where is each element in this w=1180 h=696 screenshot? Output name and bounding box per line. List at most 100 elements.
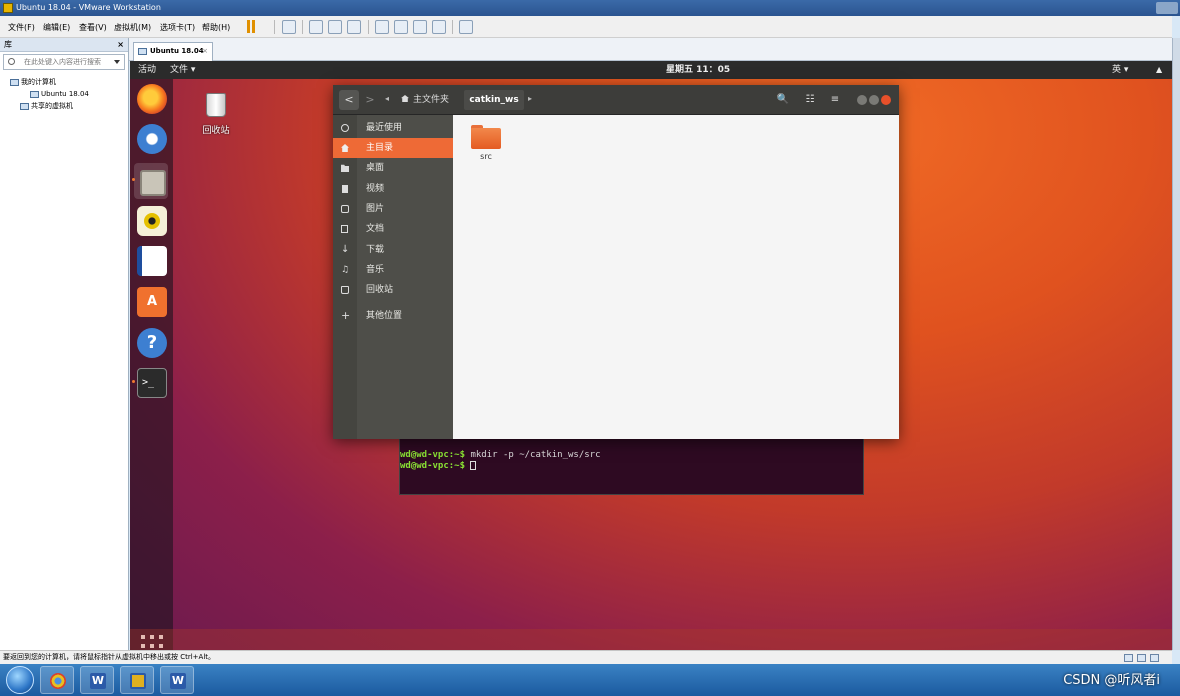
writer-icon[interactable] xyxy=(137,246,167,276)
minimize-icon[interactable] xyxy=(857,95,867,105)
download-icon: ↓ xyxy=(341,244,350,255)
terminal-prompt: wd@wd-vpc:~$ xyxy=(400,450,466,460)
folder-icon[interactable] xyxy=(471,125,501,149)
sidebar-item-home[interactable]: 主目录 xyxy=(333,138,453,158)
sidebar-item-downloads[interactable]: ↓ 下载 xyxy=(333,240,453,260)
sidebar-item-documents[interactable]: 文档 xyxy=(333,219,453,239)
input-method-indicator[interactable]: 英 ▾ xyxy=(1112,61,1128,79)
menu-tabs[interactable]: 选项卡(T) xyxy=(160,22,195,33)
library-close-icon[interactable]: × xyxy=(117,38,124,52)
ubuntu-dock: ? >_ xyxy=(130,79,173,650)
chevron-down-icon[interactable] xyxy=(114,60,120,64)
library-header: 库 × xyxy=(0,38,128,52)
view-toggle-button[interactable]: ☷ xyxy=(800,90,820,110)
snapshot-manager-icon[interactable] xyxy=(347,20,361,34)
terminal-prompt: wd@wd-vpc:~$ xyxy=(400,461,466,471)
files-headerbar: < > ◂ 主文件夹 catkin_ws ▸ 🔍 ☷ ≡ xyxy=(333,85,899,115)
tab-ubuntu[interactable]: Ubuntu 18.04 × xyxy=(133,42,213,61)
unity-icon[interactable] xyxy=(432,20,446,34)
trash-icon xyxy=(206,93,226,117)
snapshot-icon[interactable] xyxy=(309,20,323,34)
sidebar-item-other-locations[interactable]: + 其他位置 xyxy=(333,306,453,326)
window-title: Ubuntu 18.04 - VMware Workstation xyxy=(16,3,161,12)
maximize-icon[interactable] xyxy=(869,95,879,105)
firefox-icon[interactable] xyxy=(137,84,167,114)
pause-icon[interactable] xyxy=(247,20,257,33)
search-button[interactable]: 🔍 xyxy=(773,90,793,110)
terminal-cursor xyxy=(470,461,477,470)
software-center-icon[interactable] xyxy=(137,287,167,317)
start-button[interactable] xyxy=(6,666,34,694)
console-view-icon[interactable] xyxy=(459,20,473,34)
tree-item-ubuntu[interactable]: Ubuntu 18.04 xyxy=(0,88,128,100)
desktop-bottom-strip xyxy=(130,629,1172,650)
right-edge-panel xyxy=(1172,38,1180,650)
guest-screen[interactable]: 活动 文件 ▾ 星期五 11：05 英 ▾ ▲ ? >_ 回收站 wd@wd-v… xyxy=(130,61,1172,650)
toolbar-separator xyxy=(452,20,453,34)
send-ctrl-alt-del-icon[interactable] xyxy=(282,20,296,34)
computer-icon xyxy=(10,78,19,86)
activities-button[interactable]: 活动 xyxy=(138,61,156,79)
taskbar-chrome[interactable] xyxy=(40,666,74,694)
terminal-icon[interactable]: >_ xyxy=(137,368,167,398)
sidebar-item-label: 图片 xyxy=(366,204,385,214)
sidebar-item-recent[interactable]: 最近使用 xyxy=(333,118,453,138)
window-controls[interactable] xyxy=(1156,2,1178,14)
usb-icon[interactable] xyxy=(1137,654,1146,662)
breadcrumb-home[interactable]: 主文件夹 xyxy=(397,90,453,110)
tree-item-shared-vms[interactable]: 共享的虚拟机 xyxy=(0,100,128,112)
library-toggle-icon[interactable] xyxy=(375,20,389,34)
fullscreen-icon[interactable] xyxy=(413,20,427,34)
vmware-icon xyxy=(130,673,146,689)
sidebar-item-music[interactable]: ♫ 音乐 xyxy=(333,260,453,280)
forward-button[interactable]: > xyxy=(360,90,380,110)
library-search-input[interactable]: 在此处键入内容进行搜索 xyxy=(3,54,125,70)
folder-label[interactable]: src xyxy=(471,152,501,161)
back-button[interactable]: < xyxy=(339,90,359,110)
help-icon[interactable]: ? xyxy=(137,328,167,358)
thunderbird-icon[interactable] xyxy=(137,124,167,154)
sidebar-item-desktop[interactable]: 桌面 xyxy=(333,158,453,178)
sidebar-item-videos[interactable]: 视频 xyxy=(333,179,453,199)
menu-edit[interactable]: 编辑(E) xyxy=(43,22,70,33)
sidebar-item-trash[interactable]: 回收站 xyxy=(333,280,453,300)
clock[interactable]: 星期五 11：05 xyxy=(666,61,730,79)
breadcrumb-home-label: 主文件夹 xyxy=(413,95,450,105)
menu-file[interactable]: 文件(F) xyxy=(8,22,35,33)
sidebar-item-label: 其他位置 xyxy=(366,311,403,321)
desktop-trash-icon[interactable] xyxy=(200,89,232,121)
tree-item-label: Ubuntu 18.04 xyxy=(41,90,89,98)
sidebar-item-label: 桌面 xyxy=(366,163,385,173)
app-menu[interactable]: 文件 ▾ xyxy=(170,61,195,79)
files-icon[interactable] xyxy=(134,163,168,199)
tab-close-icon[interactable]: × xyxy=(202,43,208,60)
sidebar-item-pictures[interactable]: 图片 xyxy=(333,199,453,219)
menu-help[interactable]: 帮助(H) xyxy=(202,22,230,33)
taskbar-word-2[interactable]: W xyxy=(160,666,194,694)
document-icon xyxy=(341,225,348,233)
breadcrumb-current[interactable]: catkin_ws xyxy=(464,90,524,110)
terminal-window[interactable]: wd@wd-vpc:~$ mkdir -p ~/catkin_ws/src wd… xyxy=(399,432,864,495)
sound-icon[interactable] xyxy=(1150,654,1159,662)
terminal-command: mkdir -p ~/catkin_ws/src xyxy=(465,450,601,460)
windows-taskbar: W W xyxy=(0,664,1180,696)
chrome-icon xyxy=(50,673,66,689)
search-icon xyxy=(8,58,15,65)
menu-view[interactable]: 查看(V) xyxy=(79,22,107,33)
terminal-line: wd@wd-vpc:~$ mkdir -p ~/catkin_ws/src xyxy=(400,450,863,461)
taskbar-word-1[interactable]: W xyxy=(80,666,114,694)
crumb-scroll-right-icon[interactable]: ▸ xyxy=(528,94,532,103)
menu-button[interactable]: ≡ xyxy=(825,90,845,110)
close-icon[interactable] xyxy=(881,95,891,105)
files-content-view[interactable]: src xyxy=(453,115,899,439)
network-icon[interactable] xyxy=(1124,654,1133,662)
library-title: 库 xyxy=(4,40,12,49)
taskbar-vmware[interactable] xyxy=(120,666,154,694)
crumb-scroll-left-icon[interactable]: ◂ xyxy=(385,94,389,103)
menu-vm[interactable]: 虚拟机(M) xyxy=(114,22,151,33)
tree-item-my-computer[interactable]: 我的计算机 xyxy=(0,76,128,88)
revert-snapshot-icon[interactable] xyxy=(328,20,342,34)
system-menu[interactable]: ▲ xyxy=(1156,61,1162,79)
thumbnail-icon[interactable] xyxy=(394,20,408,34)
rhythmbox-icon[interactable] xyxy=(137,206,167,236)
